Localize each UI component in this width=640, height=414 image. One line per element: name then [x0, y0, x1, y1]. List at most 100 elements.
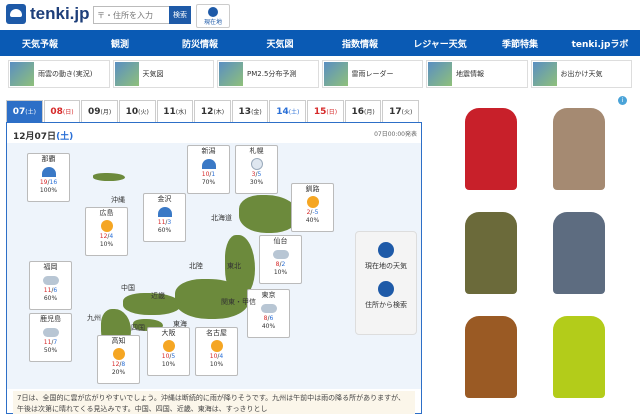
rain-weather-icon: [39, 165, 59, 179]
address-search-button[interactable]: 住所から検索: [356, 281, 416, 310]
nav-item[interactable]: 指数情報: [320, 30, 400, 56]
sub-nav: 雨雲の動き(実況) 天気図 PM2.5分布予測 雷雨レーダー 地震情報 お出かけ天気: [8, 60, 632, 88]
city-card[interactable]: 高知 12/8 20%: [97, 335, 140, 384]
forecast-summary: 7日は、全国的に雲が広がりやすいでしょう。沖縄は断続的に雨が降りそうです。九州は…: [13, 391, 415, 414]
nav-item[interactable]: 防災情報: [160, 30, 240, 56]
cloud-weather-icon: [41, 273, 61, 287]
tab-day: 17: [389, 106, 402, 117]
city-card[interactable]: 大阪 10/5 10%: [147, 327, 190, 376]
city-card[interactable]: 広島 12/4 10%: [85, 207, 128, 256]
search-button[interactable]: 検索: [169, 6, 191, 24]
subnav-item[interactable]: 地震情報: [426, 60, 528, 88]
city-card[interactable]: 那覇 19/16 100%: [27, 153, 70, 202]
date-tab[interactable]: 14 (土): [269, 100, 307, 122]
date-tab[interactable]: 12 (木): [194, 100, 231, 122]
precip-prob: 70%: [201, 178, 216, 186]
logo-icon: [6, 4, 26, 24]
city-card[interactable]: 名古屋 10/4 10%: [195, 327, 238, 376]
subnav-thumbnail: [323, 62, 348, 86]
tab-dow: (月): [100, 109, 112, 116]
search-input[interactable]: [94, 7, 168, 23]
city-card[interactable]: 札幌 3/5 30%: [235, 145, 278, 194]
jacket-image: [465, 212, 517, 294]
region-label: 沖縄: [111, 196, 125, 204]
city-card[interactable]: 釧路 2/-5 40%: [291, 183, 334, 232]
published-time: 07日00:00発表: [374, 131, 417, 138]
japan-weather-map[interactable]: 現在地の天気 住所から検索 那覇 19/16 100% 新潟 10/1 70% 札幌 3/5 3…: [7, 143, 421, 389]
subnav-item[interactable]: 天気図: [112, 60, 214, 88]
forecast-date-main: 12月07日: [13, 132, 57, 142]
city-temp: 11/7: [43, 339, 58, 347]
city-card[interactable]: 金沢 11/3 60%: [143, 193, 186, 242]
city-temp: 8/2: [275, 261, 286, 269]
region-label: 中国: [121, 284, 135, 292]
date-tab[interactable]: 13 (金): [231, 100, 269, 122]
ad-product[interactable]: [539, 102, 619, 198]
precip-prob: 60%: [157, 226, 172, 234]
subnav-thumbnail: [114, 62, 139, 86]
ad-product[interactable]: [451, 310, 531, 406]
precip-prob: 40%: [261, 322, 276, 330]
city-card[interactable]: 福岡 11/6 60%: [29, 261, 72, 310]
date-tab[interactable]: 10 (火): [118, 100, 156, 122]
cloud-weather-icon: [271, 247, 291, 261]
city-temp: 19/16: [39, 179, 58, 187]
nav-item[interactable]: tenki.jpラボ: [560, 30, 640, 56]
nav-item[interactable]: 季節特集: [480, 30, 560, 56]
date-tab[interactable]: 17 (火): [382, 100, 420, 122]
subnav-item[interactable]: PM2.5分布予測: [217, 60, 319, 88]
subnav-item[interactable]: 雷雨レーダー: [321, 60, 423, 88]
current-location-weather-button[interactable]: 現在地の天気: [356, 242, 416, 271]
city-card[interactable]: 仙台 8/2 10%: [259, 235, 302, 284]
forecast-date-dow: (土): [56, 132, 74, 142]
advertisement[interactable]: i: [443, 96, 627, 414]
precip-prob: 30%: [249, 178, 264, 186]
tab-dow: (火): [138, 109, 149, 116]
subnav-label: お出かけ天気: [560, 70, 603, 78]
city-name: 金沢: [157, 195, 172, 203]
date-tab[interactable]: 07 (土): [6, 100, 43, 122]
tab-day: 15: [313, 106, 327, 117]
tab-day: 10: [125, 106, 139, 117]
city-name: 釧路: [305, 185, 320, 193]
page: tenki.jp 検索 現在地 天気予報観測防災情報天気図指数情報レジャー天気季…: [0, 0, 640, 414]
precip-prob: 40%: [305, 216, 320, 224]
region-label: 北陸: [189, 262, 203, 270]
ad-product[interactable]: [539, 310, 619, 406]
precip-prob: 10%: [209, 360, 224, 368]
jacket-image: [553, 316, 605, 398]
ad-product[interactable]: [451, 206, 531, 302]
city-card[interactable]: 新潟 10/1 70%: [187, 145, 230, 194]
date-tab[interactable]: 09 (月): [81, 100, 118, 122]
city-name: 福岡: [43, 263, 58, 271]
nav-item[interactable]: レジャー天気: [400, 30, 480, 56]
city-temp: 12/8: [111, 361, 126, 369]
ad-info-icon[interactable]: i: [618, 96, 627, 105]
current-location-button[interactable]: 現在地: [196, 4, 230, 28]
tab-day: 08: [50, 106, 63, 117]
header: tenki.jp 検索 現在地: [0, 0, 640, 30]
jacket-image: [465, 108, 517, 190]
temp-high: 8: [275, 261, 280, 269]
sun-weather-icon: [303, 195, 323, 209]
snow-weather-icon: [247, 157, 267, 171]
date-tab[interactable]: 16 (月): [344, 100, 382, 122]
ad-product[interactable]: [451, 102, 531, 198]
city-card[interactable]: 鹿児島 11/7 50%: [29, 313, 72, 362]
jacket-image: [553, 212, 605, 294]
tab-day: 09: [87, 106, 101, 117]
temp-high: 8: [263, 315, 268, 323]
nav-item[interactable]: 天気予報: [0, 30, 80, 56]
sun-weather-icon: [159, 339, 179, 353]
logo[interactable]: tenki.jp: [6, 4, 90, 24]
date-tab[interactable]: 11 (水): [156, 100, 194, 122]
date-tab[interactable]: 08 (日): [43, 100, 81, 122]
ad-product[interactable]: [539, 206, 619, 302]
date-tab[interactable]: 15 (日): [307, 100, 344, 122]
nav-item[interactable]: 観測: [80, 30, 160, 56]
subnav-item[interactable]: 雨雲の動き(実況): [8, 60, 110, 88]
region-label: 北海道: [211, 214, 232, 222]
subnav-item[interactable]: お出かけ天気: [530, 60, 632, 88]
precip-prob: 10%: [161, 360, 176, 368]
nav-item[interactable]: 天気図: [240, 30, 320, 56]
